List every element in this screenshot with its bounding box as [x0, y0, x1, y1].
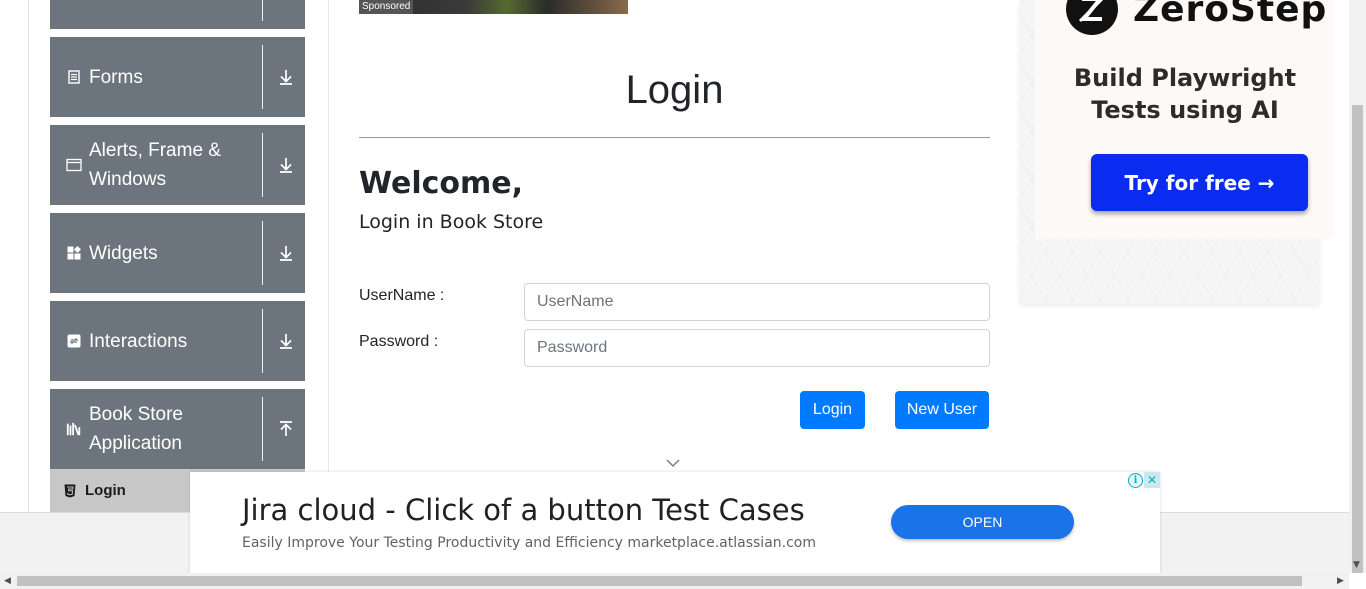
- login-button[interactable]: Login: [800, 391, 865, 429]
- document-icon: [66, 69, 82, 85]
- vertical-scrollbar-thumb[interactable]: [1352, 105, 1363, 573]
- password-input[interactable]: [524, 329, 990, 367]
- books-icon: [66, 421, 82, 437]
- arrow-down-icon[interactable]: [276, 155, 296, 175]
- sidebar-group-label: Widgets: [89, 242, 158, 264]
- side-ad-card: ZeroStep Build Playwright Tests using AI…: [1035, 0, 1335, 239]
- title-divider: [359, 137, 990, 138]
- sidebar-group-elements[interactable]: [50, 0, 305, 29]
- group-separator: [262, 309, 263, 373]
- ad-headline-line: Tests using AI: [1091, 96, 1279, 124]
- ad-close-icon[interactable]: ✕: [1144, 472, 1160, 488]
- try-for-free-button[interactable]: Try for free →: [1091, 154, 1308, 211]
- group-separator: [262, 221, 263, 285]
- sponsored-label: Sponsored: [359, 0, 414, 14]
- ad-info-icon[interactable]: i: [1128, 473, 1143, 488]
- username-input[interactable]: [524, 283, 990, 321]
- sidebar-group-label: Forms: [89, 66, 143, 88]
- arrow-down-icon[interactable]: [276, 331, 296, 351]
- banner-ad-subtitle: Easily Improve Your Testing Productivity…: [242, 535, 816, 551]
- sidebar-group-widgets[interactable]: Widgets: [50, 213, 305, 293]
- sidebar-group-label: Book Store Application: [89, 404, 183, 454]
- column-divider: [328, 0, 329, 512]
- arrow-up-icon[interactable]: [276, 419, 296, 439]
- ad-headline: Build Playwright Tests using AI: [1035, 62, 1335, 126]
- username-label: UserName :: [359, 287, 445, 304]
- sidebar-group-alerts-frame-windows[interactable]: Alerts, Frame & Windows: [50, 125, 305, 205]
- ad-brand-name: ZeroStep: [1133, 0, 1328, 30]
- scroll-right-arrow-icon[interactable]: ▶: [1337, 576, 1344, 586]
- arrow-down-icon[interactable]: [276, 243, 296, 263]
- widgets-icon: [66, 245, 82, 261]
- group-separator: [262, 0, 263, 21]
- arrow-down-icon[interactable]: [276, 67, 296, 87]
- sidebar-group-interactions[interactable]: Interactions: [50, 301, 305, 381]
- zerostep-logo-icon: [1066, 0, 1118, 35]
- sidebar-group-book-store-application[interactable]: Book Store Application: [50, 389, 305, 469]
- welcome-heading: Welcome,: [359, 166, 524, 201]
- sidebar-group-label: Alerts, Frame & Windows: [89, 140, 221, 190]
- chevron-down-icon[interactable]: [666, 458, 680, 468]
- sidebar-group-forms[interactable]: Forms: [50, 37, 305, 117]
- login-subtitle: Login in Book Store: [359, 211, 544, 233]
- side-ad[interactable]: ZeroStep Build Playwright Tests using AI…: [1020, 0, 1335, 304]
- scroll-left-arrow-icon[interactable]: ◀: [4, 576, 11, 586]
- new-user-button[interactable]: New User: [895, 391, 989, 429]
- bottom-banner-ad[interactable]: Jira cloud - Click of a button Test Case…: [190, 472, 1160, 573]
- password-label: Password :: [359, 333, 439, 350]
- banner-ad-title[interactable]: Jira cloud - Click of a button Test Case…: [242, 490, 805, 530]
- interactions-icon: [66, 333, 82, 349]
- group-separator: [262, 45, 263, 109]
- sidebar-group-label: Interactions: [89, 330, 188, 352]
- ad-brand: ZeroStep: [1065, 0, 1327, 36]
- left-border: [28, 0, 29, 512]
- sidebar-item-label: Login: [85, 482, 126, 499]
- group-separator: [262, 397, 263, 461]
- group-separator: [262, 133, 263, 197]
- page-title: Login: [625, 68, 724, 112]
- ad-headline-line: Build Playwright: [1073, 64, 1297, 92]
- window-icon: [66, 157, 82, 173]
- banner-open-button[interactable]: OPEN: [891, 505, 1074, 539]
- scroll-down-arrow-icon[interactable]: ▼: [1353, 560, 1360, 570]
- html5-icon: [64, 484, 78, 498]
- page: Forms Alerts, Frame & Windows Widgets In…: [0, 0, 1366, 589]
- horizontal-scrollbar-thumb[interactable]: [17, 576, 1302, 586]
